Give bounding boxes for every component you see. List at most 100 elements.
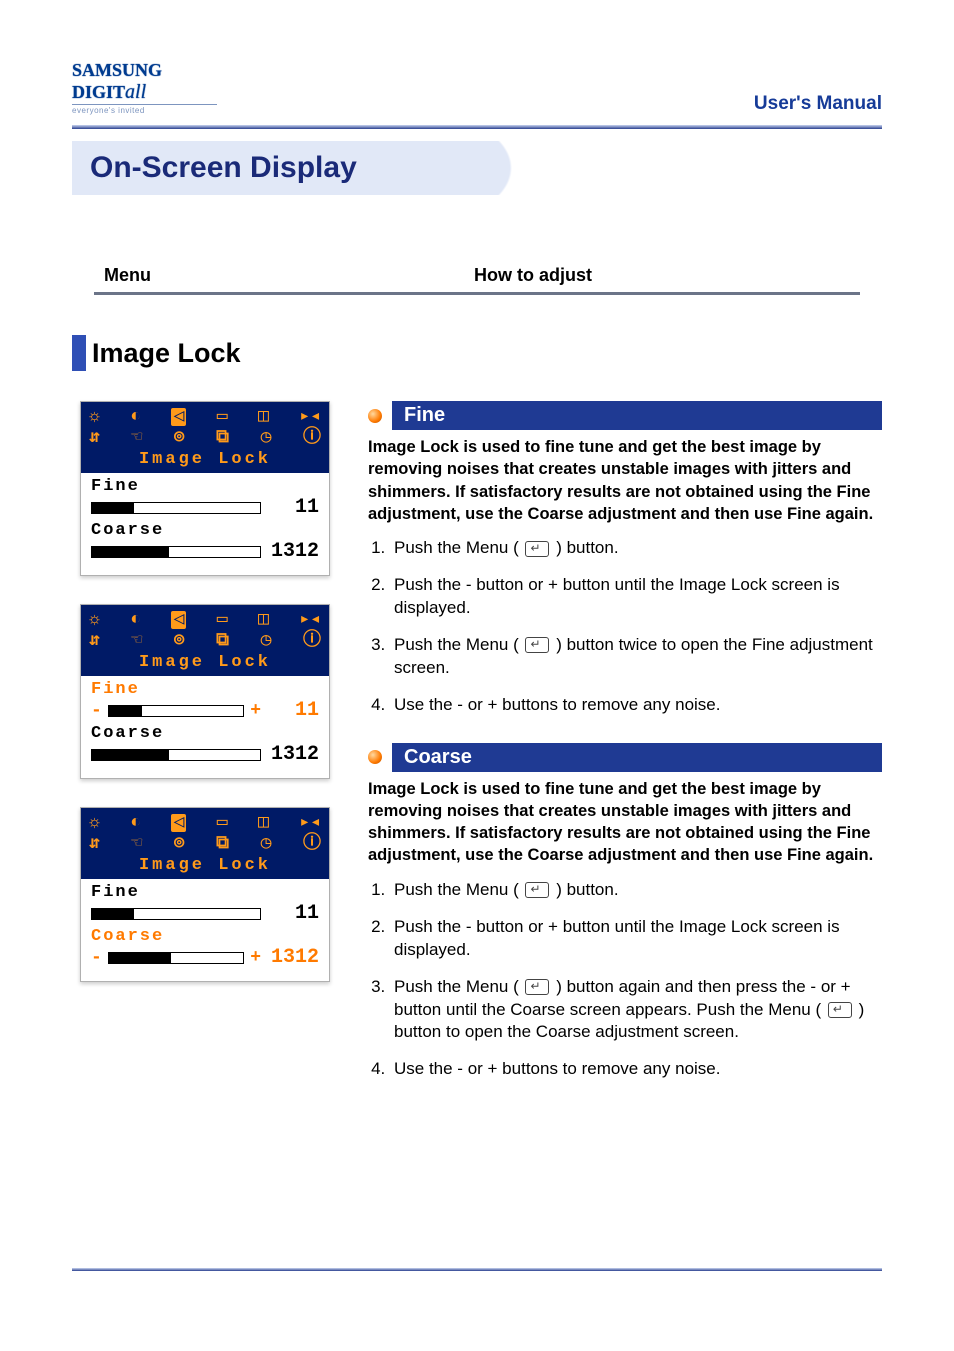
heading-menu: Menu <box>94 265 474 286</box>
osd-icon: ⊚ <box>174 632 185 650</box>
osd-preview-column: ☼◐◁▭◫▸◂⇵☜⊚⧉◷ⓘImage LockFine11Coarse1312☼… <box>80 401 338 1107</box>
osd-row-label: Fine <box>91 680 319 699</box>
title-curve <box>402 141 512 195</box>
osd-icon: ⇵ <box>89 835 100 853</box>
osd-icon: ◐ <box>130 814 141 832</box>
osd-value: 1312 <box>267 540 319 563</box>
osd-icon: ▸◂ <box>299 408 321 426</box>
osd-row-label: Fine <box>91 883 319 902</box>
logo: SAMSUNG DIGITall everyone's invited <box>72 60 217 115</box>
heading-adjust: How to adjust <box>474 265 592 286</box>
fine-description: Image Lock is used to fine tune and get … <box>368 436 882 525</box>
instruction-step: Push the Menu ( ) button again and then … <box>390 976 882 1045</box>
osd-icon: ◐ <box>130 611 141 629</box>
osd-slider <box>108 952 244 964</box>
osd-icon: ☼ <box>89 611 100 629</box>
osd-icon: ☜ <box>131 835 142 853</box>
osd-panel: ☼ ◐ ◁ ▭ ◫ ▸◂ ⇵ ☜ ⊚ ⧉ ◷ ⓘ Image Lock Fine - +11 Coarse131… <box>80 604 330 779</box>
osd-icon: ⧉ <box>216 429 229 447</box>
instruction-step: Push the Menu ( ) button. <box>390 879 882 902</box>
bullet-icon <box>368 409 382 423</box>
osd-row-label: Coarse <box>91 724 319 743</box>
osd-icon: ⊚ <box>174 835 185 853</box>
logo-tagline: everyone's invited <box>72 104 217 115</box>
osd-category: Image Lock <box>89 856 321 875</box>
coarse-heading: Coarse <box>392 743 882 772</box>
menu-button-icon <box>525 882 549 898</box>
instructions-column: Fine Image Lock is used to fine tune and… <box>368 401 882 1107</box>
osd-icon: ☜ <box>131 429 142 447</box>
fine-header-row: Fine <box>368 401 882 430</box>
instruction-step: Use the - or + buttons to remove any noi… <box>390 1058 882 1081</box>
logo-text-a: SAMSUNG DIGIT <box>72 60 162 102</box>
osd-icon: ◁ <box>171 611 186 629</box>
plus-sign: + <box>250 948 261 968</box>
osd-slider <box>91 546 261 558</box>
menu-button-icon <box>525 637 549 653</box>
instruction-step: Push the - button or + button until the … <box>390 916 882 962</box>
osd-icon: ⇵ <box>89 632 100 650</box>
osd-icon: ⓘ <box>303 835 321 853</box>
page-header: SAMSUNG DIGITall everyone's invited User… <box>72 60 882 115</box>
osd-icon: ⧉ <box>216 632 229 650</box>
instruction-step: Push the Menu ( ) button. <box>390 537 882 560</box>
osd-value: 1312 <box>267 743 319 766</box>
osd-icon: ⓘ <box>303 429 321 447</box>
osd-icon: ⓘ <box>303 632 321 650</box>
minus-sign: - <box>91 701 102 721</box>
minus-sign: - <box>91 948 102 968</box>
menu-button-icon <box>525 541 549 557</box>
menu-button-icon <box>525 979 549 995</box>
osd-icon: ☼ <box>89 814 100 832</box>
coarse-steps: Push the Menu ( ) button. Push the - butt… <box>368 879 882 1082</box>
manual-label: User's Manual <box>754 93 882 115</box>
osd-icon: ◁ <box>171 814 186 832</box>
section-title-bar <box>72 335 86 371</box>
instruction-step: Push the - button or + button until the … <box>390 574 882 620</box>
osd-icon: ◁ <box>171 408 186 426</box>
osd-icon: ◷ <box>261 835 272 853</box>
osd-category: Image Lock <box>89 653 321 672</box>
osd-panel: ☼◐◁▭◫▸◂⇵☜⊚⧉◷ⓘImage LockFine11Coarse-+131… <box>80 807 330 982</box>
section-title: Image Lock <box>92 338 241 369</box>
osd-icon: ⇵ <box>89 429 100 447</box>
osd-icon: ◷ <box>261 632 272 650</box>
osd-icon: ◐ <box>130 408 141 426</box>
osd-icon: ◫ <box>258 814 269 832</box>
osd-icon: ◫ <box>258 611 269 629</box>
osd-icon: ▭ <box>217 611 228 629</box>
menu-button-icon <box>828 1002 852 1018</box>
osd-row-label: Coarse <box>91 927 319 946</box>
osd-icon: ⧉ <box>216 835 229 853</box>
osd-slider <box>91 749 261 761</box>
page-title-bar: On-Screen Display <box>72 141 882 195</box>
osd-icon: ▸◂ <box>299 611 321 629</box>
logo-text-b: all <box>125 81 146 103</box>
instruction-step: Use the - or + buttons to remove any noi… <box>390 694 882 717</box>
osd-icon: ▸◂ <box>299 814 321 832</box>
osd-icon: ⊚ <box>174 429 185 447</box>
footer-divider <box>72 1268 882 1271</box>
osd-icon: ☜ <box>131 632 142 650</box>
column-headings: Menu How to adjust <box>94 265 860 295</box>
osd-category: Image Lock <box>89 450 321 469</box>
osd-icon: ◷ <box>261 429 272 447</box>
osd-value: 11 <box>267 902 319 925</box>
page-title: On-Screen Display <box>72 141 402 195</box>
fine-heading: Fine <box>392 401 882 430</box>
osd-row-label: Coarse <box>91 521 319 540</box>
plus-sign: + <box>250 701 261 721</box>
instruction-step: Push the Menu ( ) button twice to open t… <box>390 634 882 680</box>
osd-slider <box>91 908 261 920</box>
osd-icon: ◫ <box>258 408 269 426</box>
osd-icon: ▭ <box>217 408 228 426</box>
header-divider <box>72 125 882 129</box>
osd-panel: ☼◐◁▭◫▸◂⇵☜⊚⧉◷ⓘImage LockFine11Coarse1312 <box>80 401 330 576</box>
osd-value: 11 <box>267 699 319 722</box>
osd-icon: ☼ <box>89 408 100 426</box>
osd-value: 11 <box>267 496 319 519</box>
osd-value: 1312 <box>267 946 319 969</box>
bullet-icon <box>368 750 382 764</box>
coarse-header-row: Coarse <box>368 743 882 772</box>
fine-steps: Push the Menu ( ) button. Push the - butt… <box>368 537 882 717</box>
